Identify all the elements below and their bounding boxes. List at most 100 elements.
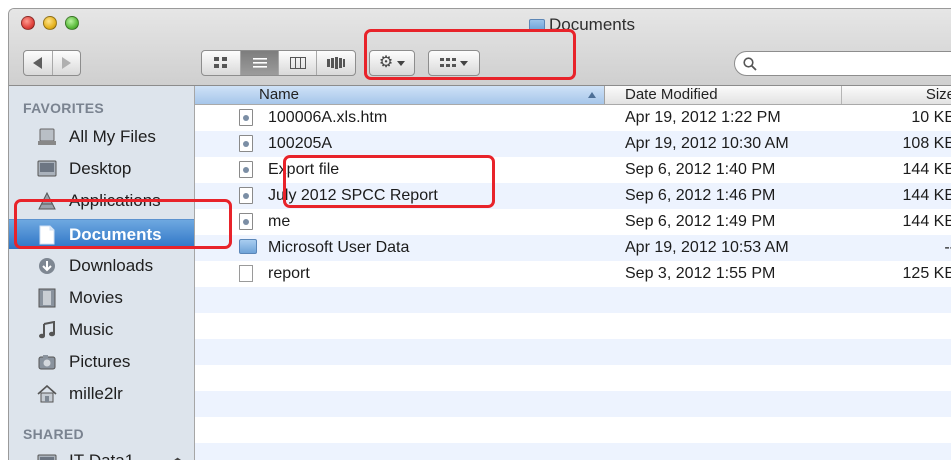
file-size: 144 KB <box>843 183 951 209</box>
blank-document-icon <box>239 265 257 283</box>
forward-arrow-icon <box>62 57 71 69</box>
sidebar-item-label: Movies <box>69 288 123 308</box>
file-row[interactable]: Microsoft User Data Apr 19, 2012 10:53 A… <box>195 235 951 261</box>
file-name: Microsoft User Data <box>268 235 409 261</box>
empty-row <box>195 417 951 443</box>
empty-row <box>195 443 951 460</box>
empty-row <box>195 313 951 339</box>
list-view-button[interactable] <box>240 51 278 75</box>
icon-view-icon <box>214 57 228 69</box>
column-view-icon <box>290 57 306 69</box>
back-arrow-icon <box>33 57 42 69</box>
chevron-down-icon <box>397 61 405 66</box>
column-view-button[interactable] <box>278 51 316 75</box>
downloads-icon <box>37 256 57 276</box>
music-icon <box>37 320 57 340</box>
sidebar-item-downloads[interactable]: Downloads <box>9 251 194 281</box>
file-date: Sep 3, 2012 1:55 PM <box>625 261 775 287</box>
column-header-row: Name Date Modified Size <box>195 86 951 105</box>
documents-icon <box>37 225 57 245</box>
home-icon <box>37 384 57 404</box>
minimize-window-button[interactable] <box>43 16 57 30</box>
sidebar-item-label: Documents <box>69 225 162 245</box>
file-row[interactable]: July 2012 SPCC Report Sep 6, 2012 1:46 P… <box>195 183 951 209</box>
file-row[interactable]: report Sep 3, 2012 1:55 PM 125 KB <box>195 261 951 287</box>
movies-icon <box>37 288 57 308</box>
search-field[interactable] <box>734 51 951 76</box>
action-menu-button[interactable]: ⚙ <box>369 50 415 76</box>
sidebar-item-label: Pictures <box>69 352 130 372</box>
empty-row <box>195 365 951 391</box>
column-header-size[interactable]: Size <box>843 86 951 104</box>
forward-button[interactable] <box>52 51 80 75</box>
arrange-grid-icon <box>440 58 456 68</box>
close-window-button[interactable] <box>21 16 35 30</box>
title-bar: Documents <box>9 9 951 86</box>
sort-ascending-icon <box>588 92 596 98</box>
file-list: Name Date Modified Size 100006A.xls.htm … <box>195 86 951 460</box>
file-size: 144 KB <box>843 157 951 183</box>
empty-row <box>195 287 951 313</box>
sidebar-item-all-my-files[interactable]: All My Files <box>9 122 194 152</box>
file-name: July 2012 SPCC Report <box>268 183 438 209</box>
file-size: 144 KB <box>843 209 951 235</box>
sidebar-item-label: Music <box>69 320 113 340</box>
applications-icon <box>37 191 57 211</box>
empty-row <box>195 391 951 417</box>
coverflow-view-icon <box>327 57 345 69</box>
coverflow-view-button[interactable] <box>316 51 355 75</box>
documents-folder-icon <box>529 19 545 32</box>
document-icon <box>239 109 257 127</box>
sidebar-item-label: Downloads <box>69 256 153 276</box>
sidebar-item-movies[interactable]: Movies <box>9 283 194 313</box>
sidebar-item-label: Desktop <box>69 159 131 179</box>
sidebar-shared-heading: SHARED <box>23 426 84 442</box>
column-header-date-modified[interactable]: Date Modified <box>606 86 842 104</box>
sidebar-item-applications[interactable]: Applications <box>9 186 194 216</box>
desktop-icon <box>37 159 57 179</box>
file-row[interactable]: me Sep 6, 2012 1:49 PM 144 KB <box>195 209 951 235</box>
sidebar-item-network-drive[interactable]: IT-Data1... ⏏ <box>9 446 194 460</box>
file-date: Sep 6, 2012 1:40 PM <box>625 157 775 183</box>
file-name: report <box>268 261 310 287</box>
sidebar-item-label: Applications <box>69 191 161 211</box>
sidebar-item-home[interactable]: mille2lr <box>9 379 194 409</box>
file-date: Apr 19, 2012 10:30 AM <box>625 131 789 157</box>
column-header-name[interactable]: Name <box>195 86 605 104</box>
file-date: Apr 19, 2012 10:53 AM <box>625 235 789 261</box>
sidebar-item-documents[interactable]: Documents <box>9 219 194 249</box>
sidebar-item-desktop[interactable]: Desktop <box>9 154 194 184</box>
sidebar-item-label: All My Files <box>69 127 156 147</box>
list-view-icon <box>253 57 267 69</box>
file-name: 100205A <box>268 131 332 157</box>
file-name: me <box>268 209 290 235</box>
back-forward-control <box>23 50 81 76</box>
file-name: 100006A.xls.htm <box>268 105 387 131</box>
chevron-down-icon <box>460 61 468 66</box>
sidebar-favorites-heading: FAVORITES <box>23 100 104 116</box>
search-input[interactable] <box>761 55 945 72</box>
document-icon <box>239 135 257 153</box>
file-row[interactable]: 100006A.xls.htm Apr 19, 2012 1:22 PM 10 … <box>195 105 951 131</box>
document-icon <box>239 187 257 205</box>
arrange-menu-button[interactable] <box>428 50 480 76</box>
sidebar: FAVORITES All My Files Desktop Applicati… <box>9 86 195 460</box>
file-row[interactable]: 100205A Apr 19, 2012 10:30 AM 108 KB <box>195 131 951 157</box>
file-row[interactable]: Export file Sep 6, 2012 1:40 PM 144 KB <box>195 157 951 183</box>
file-date: Sep 6, 2012 1:46 PM <box>625 183 775 209</box>
sidebar-item-music[interactable]: Music <box>9 315 194 345</box>
back-button[interactable] <box>24 51 52 75</box>
file-size: 10 KB <box>843 105 951 131</box>
sidebar-item-pictures[interactable]: Pictures <box>9 347 194 377</box>
file-name: Export file <box>268 157 339 183</box>
file-date: Sep 6, 2012 1:49 PM <box>625 209 775 235</box>
file-size: 108 KB <box>843 131 951 157</box>
window-controls <box>21 16 79 30</box>
all-files-icon <box>37 127 57 147</box>
zoom-window-button[interactable] <box>65 16 79 30</box>
window-title-text: Documents <box>549 15 635 35</box>
file-size: -- <box>843 235 951 261</box>
document-icon <box>239 161 257 179</box>
icon-view-button[interactable] <box>202 51 240 75</box>
file-date: Apr 19, 2012 1:22 PM <box>625 105 781 131</box>
